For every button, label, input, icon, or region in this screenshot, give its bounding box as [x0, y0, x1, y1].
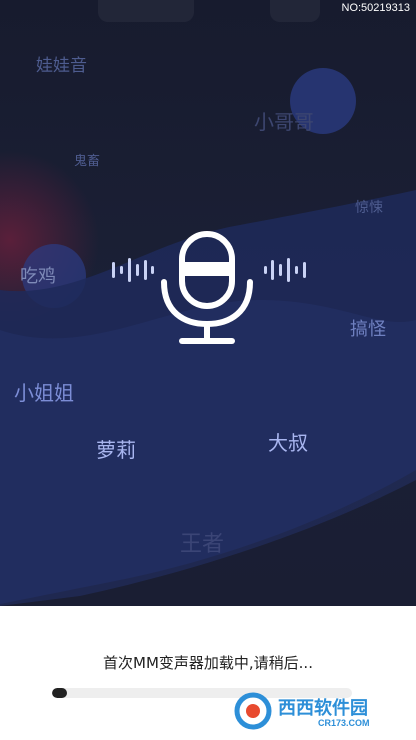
- sound-wave-icon: [112, 258, 154, 282]
- voice-tag-guichu[interactable]: 鬼畜: [74, 150, 100, 169]
- voice-tag-wangzhe[interactable]: 王者: [180, 526, 224, 558]
- watermark-domain: CR173.COM: [318, 718, 370, 728]
- top-tab-placeholder: [270, 0, 320, 22]
- voice-tag-dashu[interactable]: 大叔: [268, 427, 308, 456]
- loading-progress-fill: [52, 688, 67, 698]
- voice-tag-gaoguai[interactable]: 搞怪: [350, 315, 386, 341]
- top-tab-placeholder: [98, 0, 194, 22]
- voice-hero: NO:50219313 娃娃音 小哥哥 鬼畜 惊悚 吃鸡 搞怪 小姐姐 萝莉 大…: [0, 0, 416, 606]
- watermark-logo: 西西软件园 CR173.COM: [234, 692, 370, 730]
- voice-tag-luoli[interactable]: 萝莉: [96, 434, 136, 463]
- loading-message: 首次MM变声器加载中,请稍后...: [103, 654, 313, 672]
- voice-tag-jingsong[interactable]: 惊悚: [355, 197, 383, 217]
- watermark-brand: 西西软件园: [278, 697, 368, 719]
- voice-tag-xiaogege[interactable]: 小哥哥: [254, 106, 314, 135]
- build-number: NO:50219313: [341, 2, 411, 14]
- sound-wave-icon: [264, 258, 306, 282]
- voice-tag-wawayin[interactable]: 娃娃音: [36, 51, 87, 76]
- voice-tag-xiaojiejie[interactable]: 小姐姐: [14, 377, 74, 406]
- voice-tag-chiji[interactable]: 吃鸡: [20, 262, 56, 288]
- microphone-icon[interactable]: [158, 230, 256, 346]
